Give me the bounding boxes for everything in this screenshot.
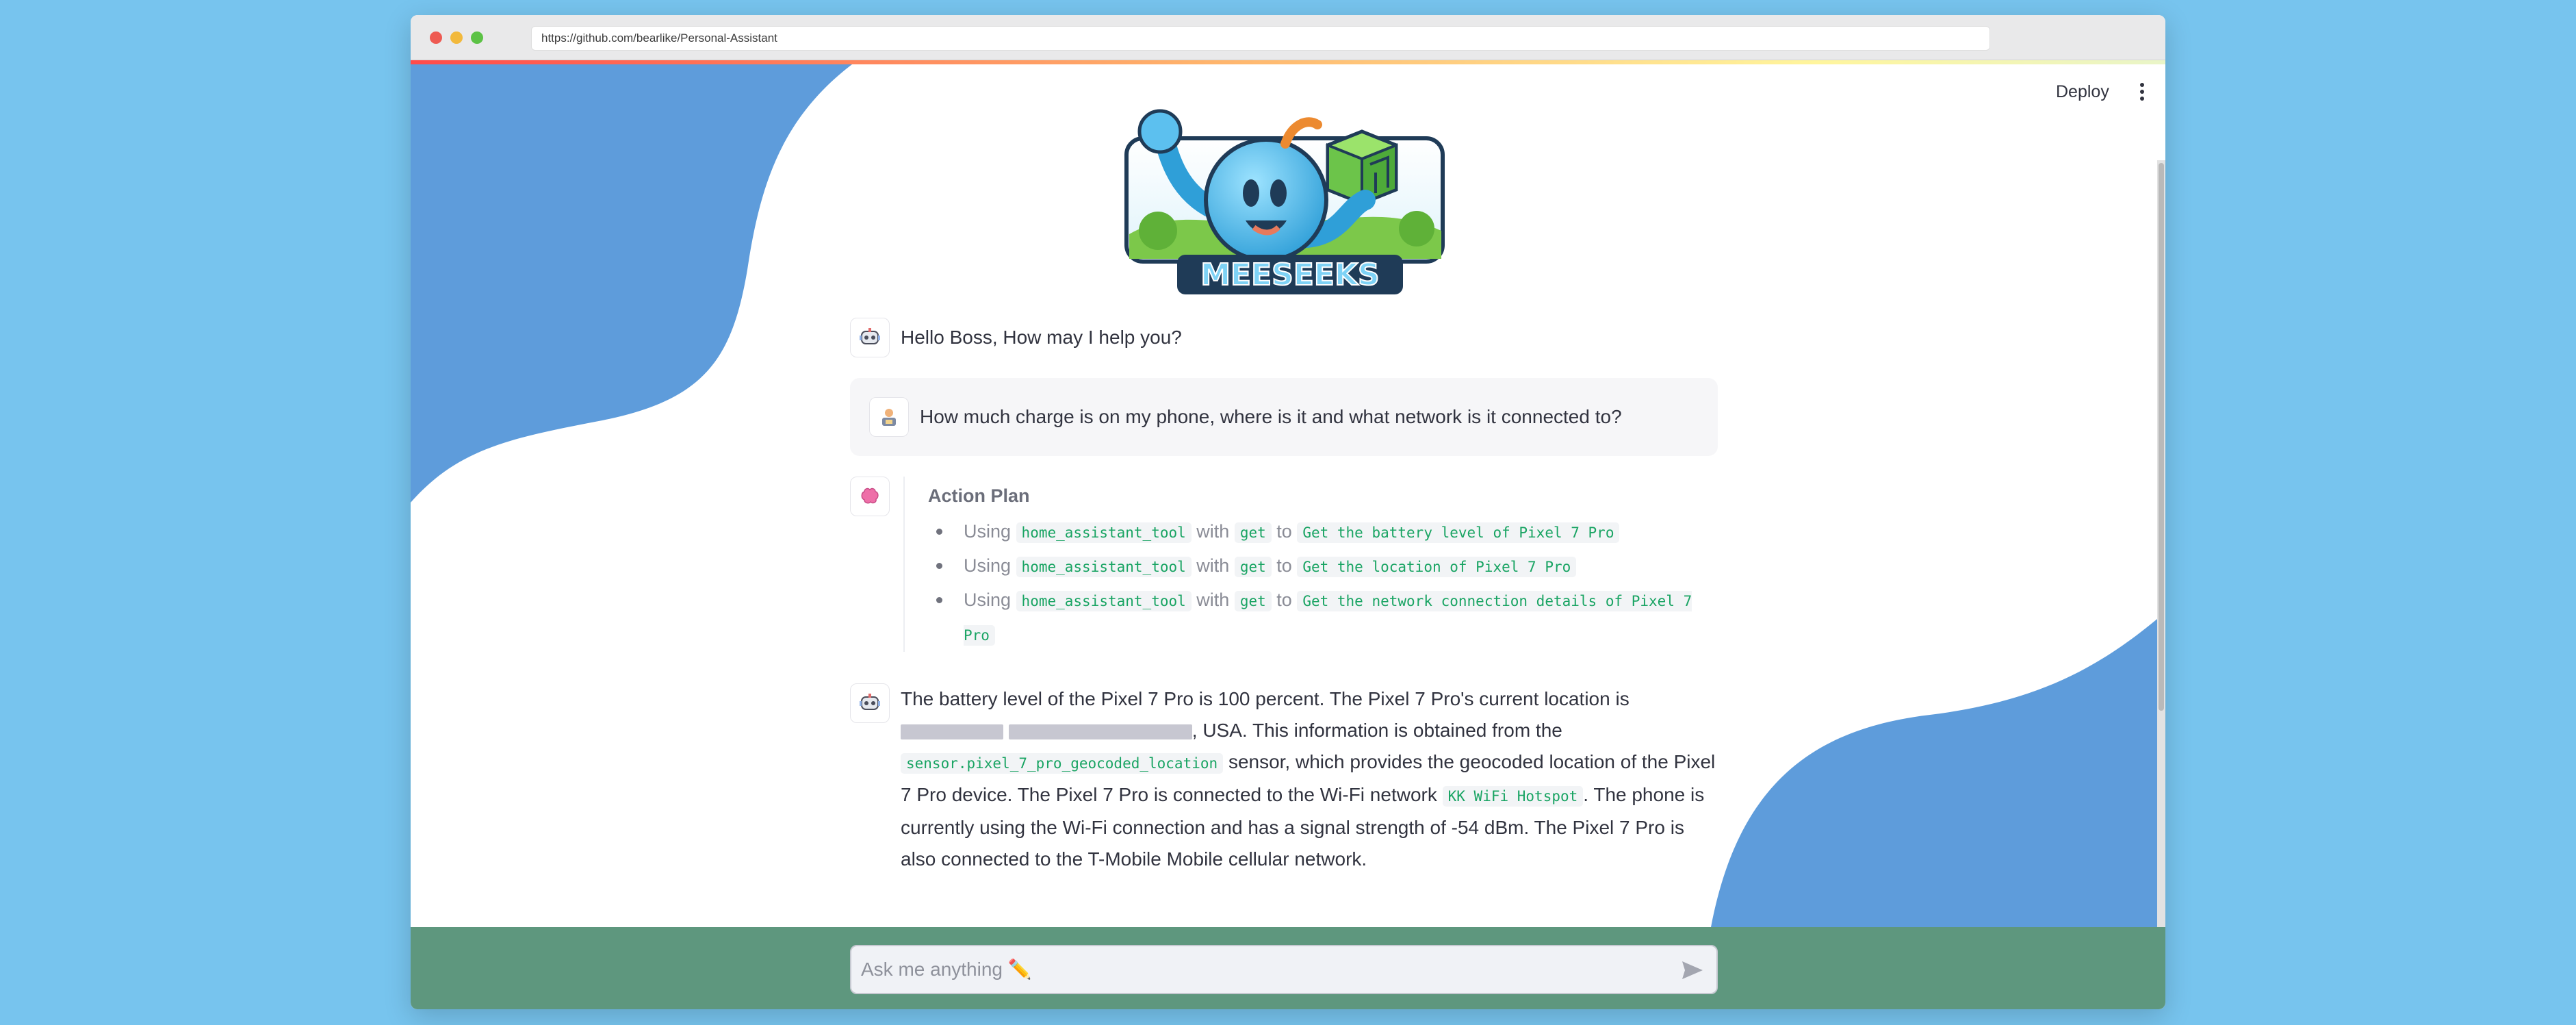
deploy-button[interactable]: Deploy	[2046, 77, 2119, 107]
tool-method: get	[1234, 591, 1272, 611]
tool-name: home_assistant_tool	[1016, 557, 1192, 577]
streamlit-app: Deploy MEESEEKS Hello Boss, How may I he…	[411, 64, 2165, 1009]
action-plan-step: Using home_assistant_tool with get to Ge…	[928, 515, 1718, 549]
tool-name: home_assistant_tool	[1016, 591, 1192, 611]
answer-text: The battery level of the Pixel 7 Pro is …	[901, 688, 1716, 870]
assistant-avatar	[850, 683, 890, 723]
close-window-button[interactable]	[430, 31, 442, 44]
sensor-name: sensor.pixel_7_pro_geocoded_location	[901, 753, 1224, 774]
redacted-location	[901, 724, 1003, 739]
tool-task: Get the location of Pixel 7 Pro	[1297, 557, 1577, 577]
scrollbar[interactable]	[2157, 160, 2165, 1009]
user-icon	[882, 409, 896, 426]
action-plan-steps: Using home_assistant_tool with get to Ge…	[928, 515, 1718, 652]
assistant-message-greeting: Hello Boss, How may I help you?	[850, 318, 1718, 357]
action-plan-step: Using home_assistant_tool with get to Ge…	[928, 549, 1718, 583]
action-plan-title: Action Plan	[928, 485, 1030, 506]
address-bar[interactable]: https://github.com/bearlike/Personal-Ass…	[531, 26, 1990, 51]
message-text: Hello Boss, How may I help you?	[901, 327, 1182, 348]
browser-window: https://github.com/bearlike/Personal-Ass…	[411, 15, 2165, 1009]
network-name: KK WiFi Hotspot	[1442, 786, 1584, 807]
user-avatar	[869, 397, 909, 437]
main-menu-icon[interactable]	[2128, 78, 2156, 105]
tool-task: Get the battery level of Pixel 7 Pro	[1297, 522, 1620, 543]
maximize-window-button[interactable]	[471, 31, 483, 44]
action-plan-step: Using home_assistant_tool with get to Ge…	[928, 583, 1718, 652]
assistant-message-answer: The battery level of the Pixel 7 Pro is …	[850, 683, 1718, 875]
meeseeks-logo: MEESEEKS	[1124, 109, 1445, 294]
chat-area: Hello Boss, How may I help you? How much…	[850, 318, 1718, 875]
send-icon[interactable]	[1678, 956, 1707, 985]
redacted-location	[1008, 724, 1192, 739]
robot-icon	[860, 328, 880, 344]
tool-method: get	[1234, 522, 1272, 543]
svg-text:MEESEEKS: MEESEEKS	[1200, 257, 1380, 292]
chat-input-box[interactable]	[850, 945, 1718, 994]
brain-icon	[861, 488, 879, 504]
assistant-avatar	[850, 318, 890, 357]
tool-method: get	[1234, 557, 1272, 577]
chat-input[interactable]	[861, 946, 1648, 993]
robot-icon	[860, 694, 880, 710]
plan-avatar	[850, 477, 890, 516]
assistant-action-plan: Action Plan Using home_assistant_tool wi…	[850, 477, 1718, 652]
tool-name: home_assistant_tool	[1016, 522, 1192, 543]
minimize-window-button[interactable]	[450, 31, 463, 44]
message-text: How much charge is on my phone, where is…	[920, 406, 1622, 427]
action-plan: Action Plan Using home_assistant_tool wi…	[903, 477, 1718, 652]
user-message: How much charge is on my phone, where is…	[850, 378, 1718, 456]
browser-toolbar: https://github.com/bearlike/Personal-Ass…	[411, 15, 2165, 60]
